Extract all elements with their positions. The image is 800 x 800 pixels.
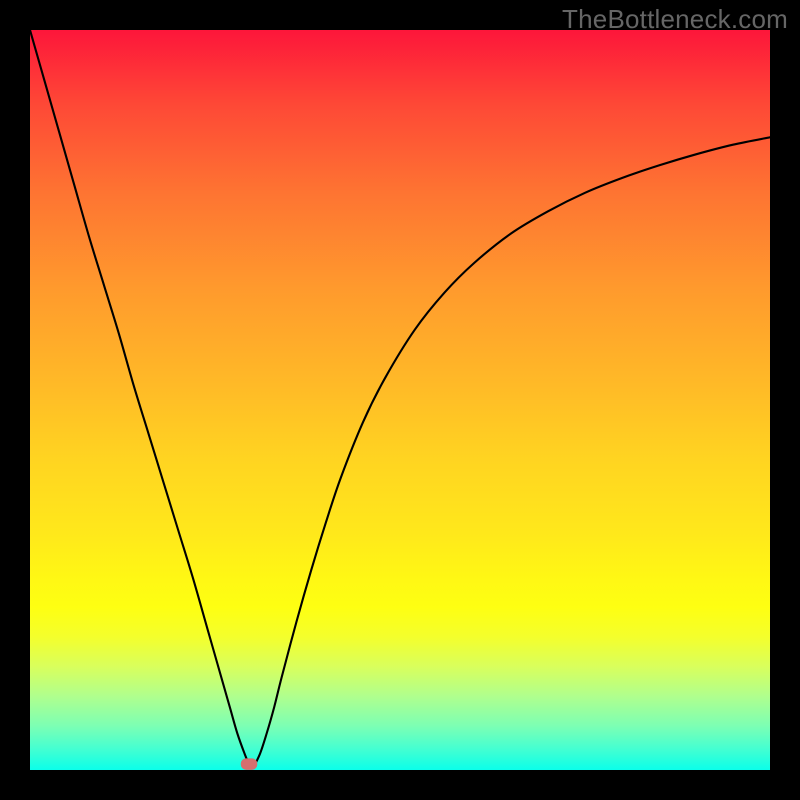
bottleneck-curve [30,30,770,768]
current-point-marker [241,759,257,770]
chart-svg [30,30,770,770]
watermark-text: TheBottleneck.com [562,4,788,35]
chart-plot-area [30,30,770,770]
